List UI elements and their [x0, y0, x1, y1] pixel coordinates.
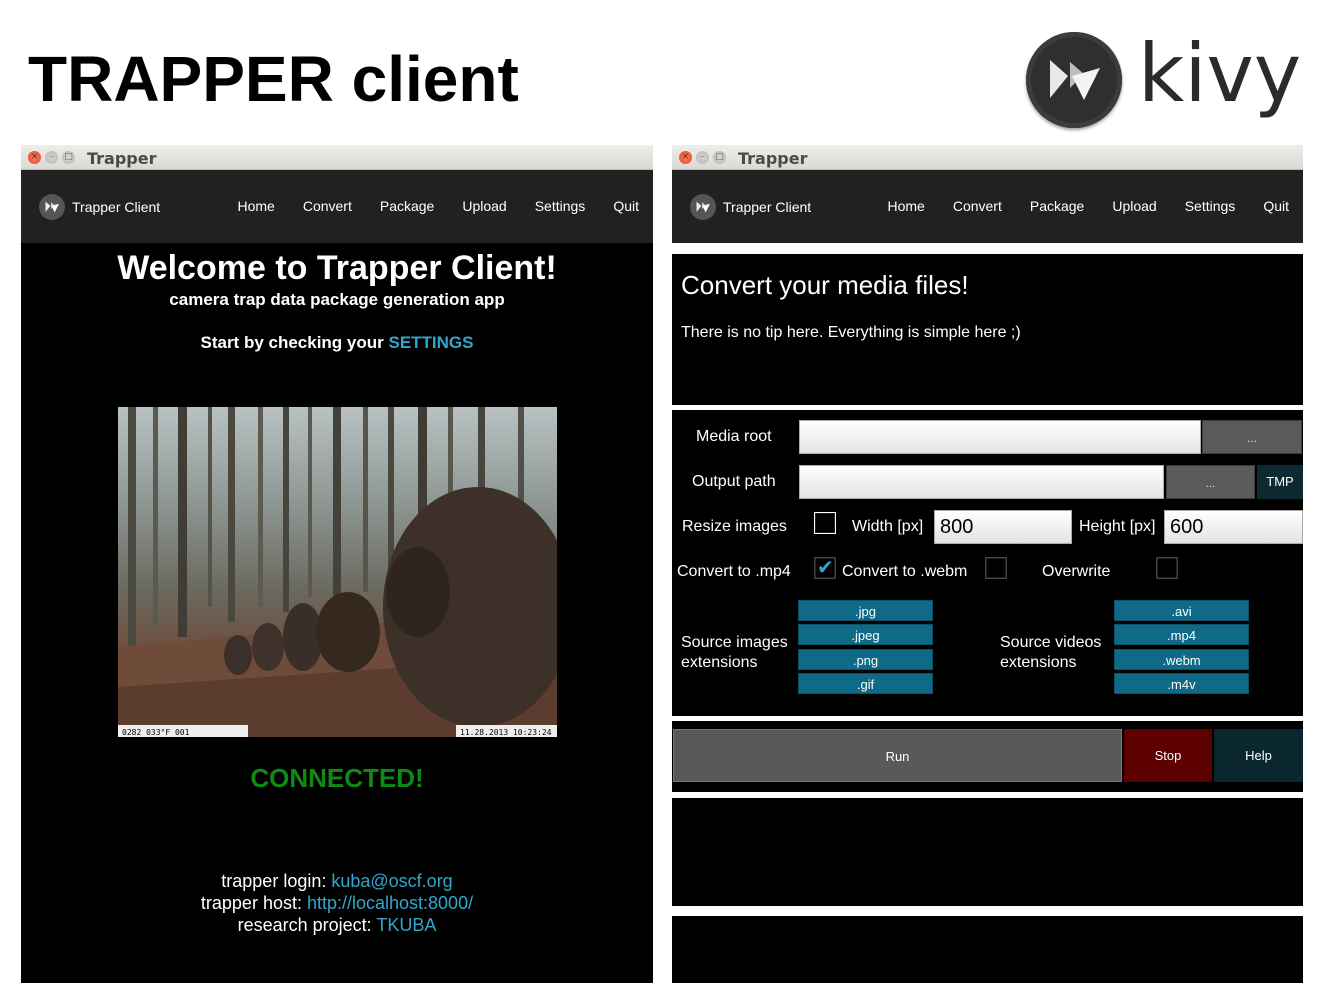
camera-trap-photo: 0282 033°F 001 11.28.2013 10:23:24 — [118, 407, 557, 737]
convert-title: Convert your media files! — [681, 270, 969, 300]
nav-home[interactable]: Home — [237, 198, 274, 214]
settings-link[interactable]: SETTINGS — [388, 333, 473, 352]
kivy-mini-icon — [39, 194, 65, 220]
height-input[interactable]: 600 — [1164, 510, 1303, 544]
help-button[interactable]: Help — [1214, 729, 1303, 782]
nav-brand[interactable]: Trapper Client — [39, 194, 160, 220]
welcome-subtitle: camera trap data package generation app — [169, 290, 505, 309]
photo-stamp-left: 0282 033°F 001 — [122, 728, 190, 737]
convert-form-panel: Media root ... Output path ... TMP Resiz… — [672, 410, 1303, 716]
close-icon[interactable]: × — [28, 151, 41, 164]
connection-status: CONNECTED! — [250, 763, 424, 793]
resize-images-checkbox[interactable] — [814, 512, 836, 534]
run-button[interactable]: Run — [673, 729, 1122, 782]
nav-brand[interactable]: Trapper Client — [690, 194, 811, 220]
slide-title: TRAPPER client — [28, 43, 519, 115]
nav-menu: Home Convert Package Upload Settings Qui… — [887, 198, 1289, 214]
start-hint: Start by checking your SETTINGS — [21, 333, 653, 353]
trapper-convert-window: × – □ Trapper Trapper Client Home Conver… — [672, 145, 1303, 983]
output-path-label: Output path — [692, 473, 776, 490]
output-path-input[interactable] — [799, 465, 1164, 499]
width-input[interactable]: 800 — [934, 510, 1072, 544]
media-root-browse-button[interactable]: ... — [1202, 420, 1302, 454]
source-videos-label-2: extensions — [1000, 654, 1077, 671]
start-hint-text: Start by checking your — [200, 333, 389, 352]
image-ext-png[interactable]: .png — [798, 649, 933, 670]
maximize-icon[interactable]: □ — [62, 151, 75, 164]
nav-upload[interactable]: Upload — [462, 198, 506, 214]
host-label: trapper host: — [200, 893, 307, 913]
nav-settings[interactable]: Settings — [1185, 198, 1236, 214]
convert-actions-panel: Run Stop Help — [672, 721, 1303, 792]
connection-info: trapper login: kuba@oscf.org trapper hos… — [21, 870, 653, 936]
image-ext-jpg[interactable]: .jpg — [798, 600, 933, 621]
nav-package[interactable]: Package — [380, 198, 434, 214]
nav-upload[interactable]: Upload — [1112, 198, 1156, 214]
width-label: Width [px] — [852, 518, 924, 535]
kivy-logo: kivy — [1026, 32, 1301, 132]
image-ext-gif[interactable]: .gif — [798, 673, 933, 694]
video-ext-webm[interactable]: .webm — [1114, 649, 1249, 670]
overwrite-checkbox[interactable] — [1156, 557, 1178, 579]
image-ext-jpeg[interactable]: .jpeg — [798, 624, 933, 645]
resize-images-label: Resize images — [682, 518, 787, 535]
video-ext-m4v[interactable]: .m4v — [1114, 673, 1249, 694]
project-value[interactable]: TKUBA — [376, 915, 436, 935]
media-root-input[interactable] — [799, 420, 1201, 454]
source-images-label: Source images — [681, 634, 788, 651]
host-value[interactable]: http://localhost:8000/ — [307, 893, 473, 913]
window-titlebar[interactable]: × – □ Trapper — [672, 145, 1303, 170]
window-title: Trapper — [738, 149, 808, 168]
project-label: research project: — [237, 915, 377, 935]
photo-stamp-right: 11.28.2013 10:23:24 — [460, 728, 552, 737]
convert-mp4-checkbox[interactable]: ✔ — [814, 555, 836, 579]
convert-mp4-label: Convert to .mp4 — [677, 563, 791, 580]
stop-button[interactable]: Stop — [1124, 729, 1212, 782]
window-title: Trapper — [87, 149, 157, 168]
convert-output-panel — [672, 798, 1303, 906]
kivy-logo-text: kivy — [1138, 27, 1302, 120]
convert-header-panel: Convert your media files! There is no ti… — [672, 254, 1303, 405]
tmp-button[interactable]: TMP — [1257, 465, 1303, 499]
output-path-browse-button[interactable]: ... — [1166, 465, 1255, 499]
nav-package[interactable]: Package — [1030, 198, 1084, 214]
minimize-icon[interactable]: – — [696, 151, 709, 164]
app-navbar: Trapper Client Home Convert Package Uplo… — [672, 170, 1303, 243]
nav-quit[interactable]: Quit — [613, 198, 639, 214]
login-value[interactable]: kuba@oscf.org — [331, 871, 452, 891]
nav-brand-label: Trapper Client — [72, 199, 161, 215]
minimize-icon[interactable]: – — [45, 151, 58, 164]
trapper-home-window: × – □ Trapper Trapper Client Home Conver… — [21, 145, 653, 983]
kivy-mini-icon — [690, 194, 716, 220]
video-ext-mp4[interactable]: .mp4 — [1114, 624, 1249, 645]
convert-log-panel — [672, 916, 1303, 983]
convert-webm-label: Convert to .webm — [842, 563, 968, 580]
media-root-label: Media root — [696, 428, 772, 445]
nav-settings[interactable]: Settings — [535, 198, 586, 214]
nav-home[interactable]: Home — [887, 198, 924, 214]
height-label: Height [px] — [1079, 518, 1156, 535]
nav-convert[interactable]: Convert — [303, 198, 352, 214]
close-icon[interactable]: × — [679, 151, 692, 164]
welcome-heading: Welcome to Trapper Client! — [117, 249, 557, 287]
kivy-emblem-icon — [1026, 32, 1122, 128]
convert-tip: There is no tip here. Everything is simp… — [681, 324, 1021, 341]
source-images-label-2: extensions — [681, 654, 758, 671]
convert-webm-checkbox[interactable] — [985, 557, 1007, 579]
nav-convert[interactable]: Convert — [953, 198, 1002, 214]
app-navbar: Trapper Client Home Convert Package Uplo… — [21, 170, 653, 243]
login-label: trapper login: — [221, 871, 332, 891]
nav-brand-label: Trapper Client — [723, 199, 812, 215]
checkmark-icon: ✔ — [817, 555, 834, 579]
nav-quit[interactable]: Quit — [1263, 198, 1289, 214]
window-titlebar[interactable]: × – □ Trapper — [21, 145, 653, 170]
source-videos-label: Source videos — [1000, 634, 1102, 651]
maximize-icon[interactable]: □ — [713, 151, 726, 164]
nav-menu: Home Convert Package Upload Settings Qui… — [237, 198, 639, 214]
video-ext-avi[interactable]: .avi — [1114, 600, 1249, 621]
overwrite-label: Overwrite — [1042, 563, 1111, 580]
